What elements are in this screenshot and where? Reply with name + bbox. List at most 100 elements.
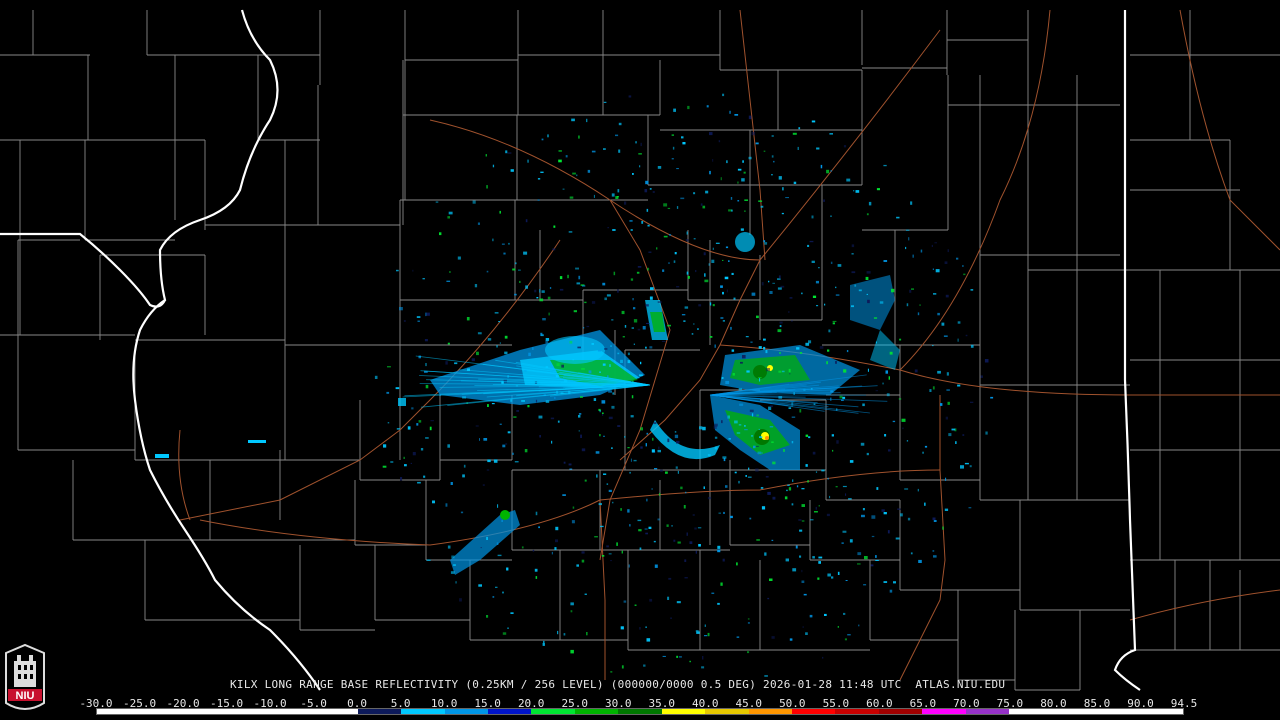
clutter-speck bbox=[667, 438, 670, 443]
clutter-speck bbox=[576, 564, 579, 567]
clutter-speck bbox=[446, 280, 451, 282]
clutter-speck bbox=[811, 215, 814, 219]
clutter-speck bbox=[695, 270, 697, 273]
clutter-speck bbox=[787, 484, 790, 486]
clutter-speck bbox=[839, 395, 843, 399]
clutter-speck bbox=[712, 159, 714, 162]
clutter-speck bbox=[410, 462, 412, 464]
clutter-speck bbox=[676, 440, 680, 444]
clutter-speck bbox=[447, 216, 450, 219]
clutter-speck bbox=[826, 513, 830, 517]
clutter-speck bbox=[582, 285, 586, 287]
clutter-speck bbox=[601, 400, 606, 404]
clutter-speck bbox=[400, 477, 403, 481]
clutter-speck bbox=[617, 189, 620, 193]
clutter-speck bbox=[703, 252, 706, 256]
clutter-speck bbox=[748, 115, 752, 120]
clutter-speck bbox=[459, 598, 462, 602]
clutter-speck bbox=[652, 437, 654, 441]
clutter-speck bbox=[772, 282, 775, 284]
clutter-speck bbox=[824, 613, 827, 616]
clutter-speck bbox=[893, 581, 896, 584]
clutter-speck bbox=[668, 262, 670, 264]
clutter-speck bbox=[580, 434, 582, 438]
clutter-speck bbox=[649, 296, 653, 300]
clutter-speck bbox=[572, 359, 575, 361]
clutter-speck bbox=[674, 431, 677, 433]
clutter-speck bbox=[909, 289, 912, 293]
clutter-speck bbox=[899, 338, 902, 341]
clutter-speck bbox=[637, 328, 641, 331]
clutter-speck bbox=[569, 196, 574, 199]
colorbar-swatch bbox=[270, 709, 315, 714]
clutter-speck bbox=[633, 319, 638, 323]
clutter-speck bbox=[756, 445, 759, 447]
clutter-speck bbox=[639, 374, 643, 377]
clutter-speck bbox=[578, 275, 581, 280]
clutter-speck bbox=[816, 147, 820, 150]
clutter-speck bbox=[645, 626, 647, 628]
clutter-speck bbox=[708, 263, 710, 266]
clutter-speck bbox=[552, 248, 556, 251]
clutter-speck bbox=[684, 306, 689, 309]
clutter-speck bbox=[779, 321, 783, 324]
clutter-speck bbox=[832, 320, 837, 322]
clutter-speck bbox=[472, 200, 476, 204]
clutter-speck bbox=[747, 476, 752, 478]
clutter-speck bbox=[753, 445, 756, 449]
clutter-speck bbox=[747, 618, 750, 620]
echo-west-isolated-2 bbox=[248, 440, 266, 443]
clutter-speck bbox=[640, 446, 643, 449]
clutter-speck bbox=[807, 244, 810, 247]
clutter-speck bbox=[805, 632, 808, 635]
clutter-speck bbox=[538, 415, 543, 419]
clutter-speck bbox=[584, 301, 587, 304]
clutter-speck bbox=[801, 520, 805, 522]
clutter-speck bbox=[742, 355, 746, 359]
clutter-speck bbox=[871, 515, 876, 519]
clutter-speck bbox=[670, 617, 672, 619]
clutter-speck bbox=[707, 632, 710, 637]
clutter-speck bbox=[830, 261, 833, 264]
clutter-speck bbox=[646, 432, 649, 435]
clutter-speck bbox=[514, 461, 519, 463]
clutter-speck bbox=[649, 188, 652, 190]
clutter-speck bbox=[606, 294, 611, 297]
clutter-speck bbox=[768, 406, 772, 410]
clutter-speck bbox=[809, 240, 814, 243]
clutter-speck bbox=[851, 253, 854, 255]
clutter-speck bbox=[815, 280, 819, 284]
clutter-speck bbox=[451, 555, 455, 559]
clutter-speck bbox=[751, 292, 756, 296]
clutter-speck bbox=[785, 558, 789, 562]
clutter-speck bbox=[534, 568, 538, 572]
clutter-speck bbox=[865, 276, 869, 280]
clutter-speck bbox=[680, 486, 683, 490]
clutter-speck bbox=[691, 333, 694, 335]
clutter-speck bbox=[778, 370, 782, 373]
clutter-speck bbox=[575, 267, 579, 270]
clutter-speck bbox=[717, 549, 721, 553]
clutter-speck bbox=[474, 284, 478, 288]
clutter-speck bbox=[561, 364, 564, 368]
clutter-speck bbox=[527, 159, 529, 163]
clutter-speck bbox=[418, 420, 422, 423]
clutter-speck bbox=[425, 312, 427, 317]
clutter-speck bbox=[630, 415, 634, 418]
clutter-speck bbox=[591, 150, 596, 153]
clutter-speck bbox=[675, 466, 678, 469]
clutter-speck bbox=[785, 197, 789, 199]
clutter-speck bbox=[845, 493, 847, 496]
clutter-speck bbox=[760, 205, 764, 208]
clutter-speck bbox=[830, 170, 832, 172]
clutter-speck bbox=[611, 405, 615, 409]
clutter-speck bbox=[634, 604, 637, 606]
product-caption: KILX LONG RANGE BASE REFLECTIVITY (0.25K… bbox=[230, 678, 1006, 691]
clutter-speck bbox=[617, 425, 621, 427]
clutter-speck bbox=[684, 577, 688, 579]
clutter-speck bbox=[578, 430, 580, 432]
clutter-speck bbox=[620, 626, 624, 630]
clutter-speck bbox=[817, 577, 820, 580]
clutter-speck bbox=[738, 480, 740, 484]
clutter-speck bbox=[514, 262, 517, 265]
